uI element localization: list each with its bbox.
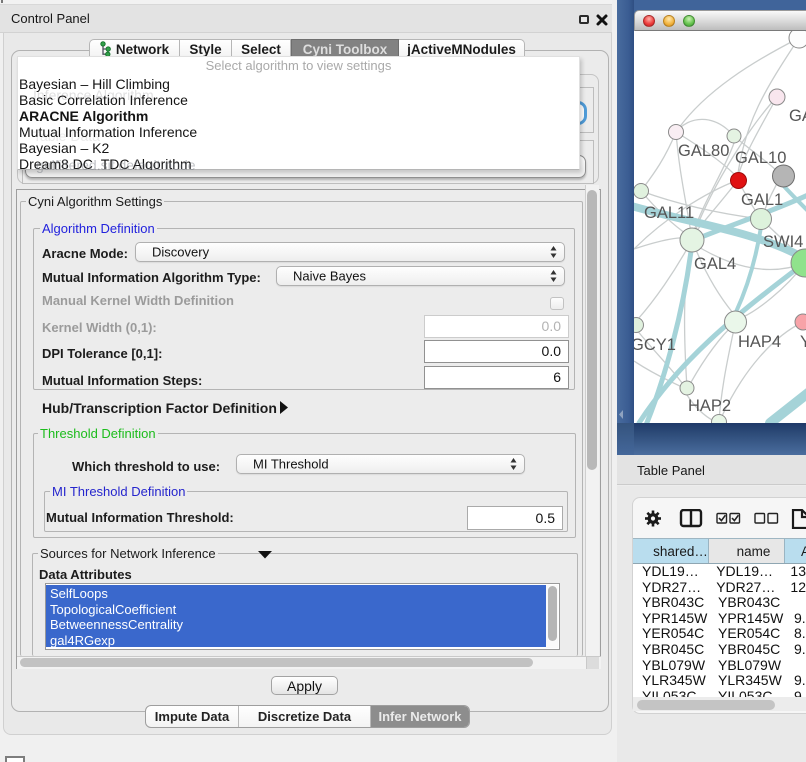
svg-text:SWI4: SWI4	[763, 233, 803, 251]
svg-text:GAL4: GAL4	[694, 255, 736, 273]
svg-text:HAP4: HAP4	[738, 333, 781, 351]
svg-text:GAL10: GAL10	[735, 149, 786, 167]
svg-text:GAL11: GAL11	[644, 204, 694, 222]
svg-text:HAP2: HAP2	[688, 397, 731, 415]
svg-text:GAL: GAL	[789, 107, 806, 125]
svg-text:GAL80: GAL80	[678, 142, 729, 160]
svg-text:GAL1: GAL1	[741, 191, 783, 209]
svg-text:GCY1: GCY1	[634, 336, 676, 354]
svg-text:Y: Y	[800, 333, 806, 351]
